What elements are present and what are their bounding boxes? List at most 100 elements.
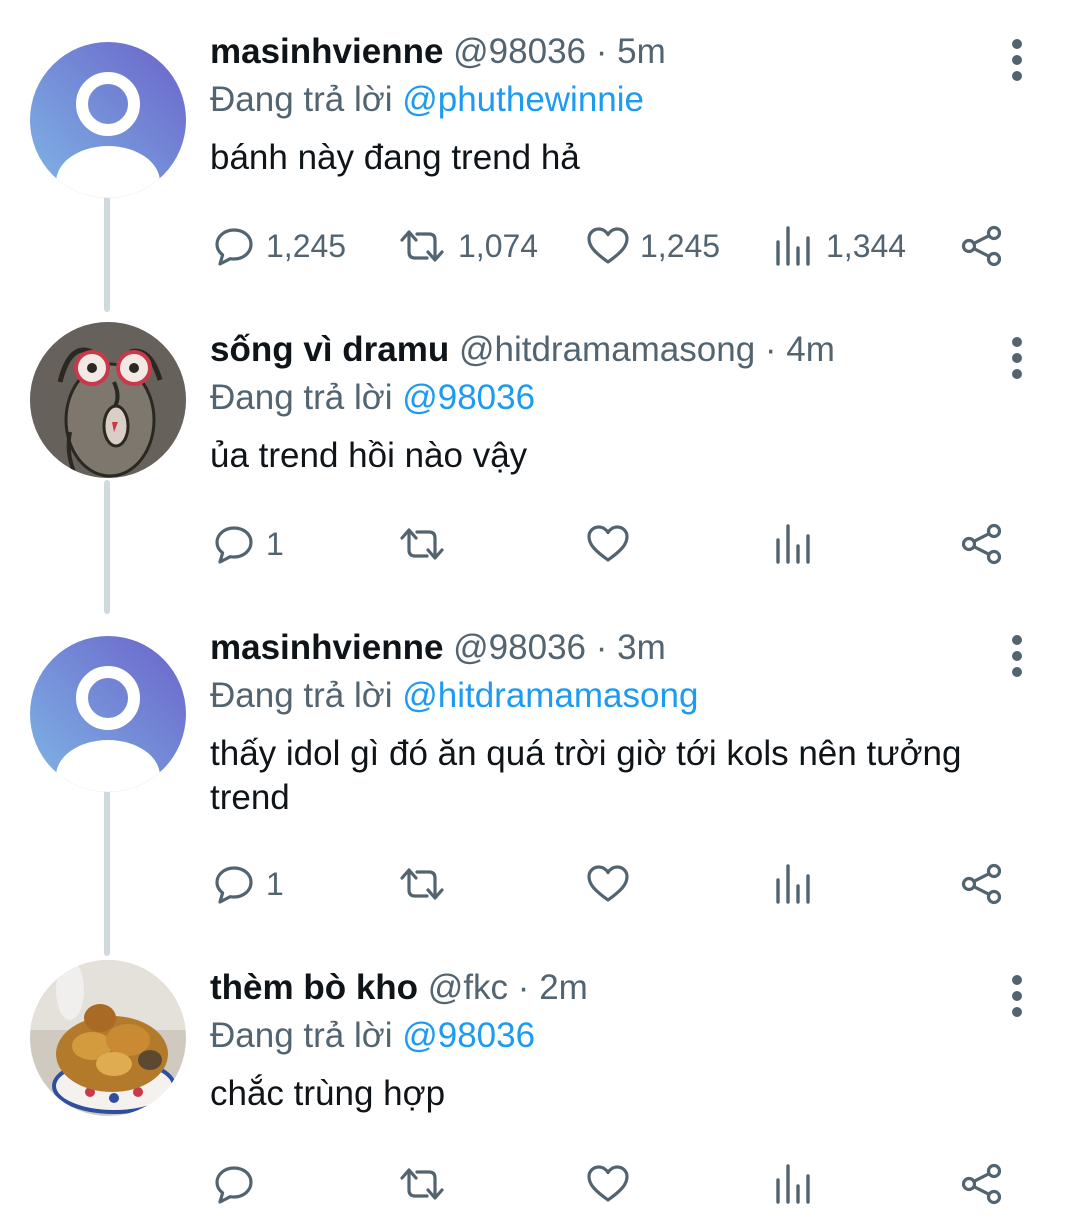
- food-bowl-icon: [30, 960, 186, 1116]
- more-vertical-icon: [1000, 632, 1034, 680]
- more-options-button[interactable]: [1000, 972, 1034, 1020]
- mention-link[interactable]: @98036: [402, 378, 535, 417]
- like-button[interactable]: [584, 514, 632, 574]
- heart-icon: [584, 860, 632, 908]
- reply-button[interactable]: 1: [210, 854, 284, 914]
- share-button[interactable]: [958, 216, 1006, 276]
- retweet-button[interactable]: [394, 1154, 450, 1214]
- reply-count: 1: [266, 865, 284, 902]
- tweet[interactable]: thèm bò kho @fkc · 2m Đang trả lời @9803…: [0, 960, 1080, 1228]
- tweet-text: bánh này đang trend hả: [210, 138, 580, 177]
- views-button[interactable]: [770, 1154, 818, 1214]
- user-handle[interactable]: @98036: [453, 628, 586, 667]
- tweet[interactable]: masinhvienne @98036 · 3m Đang trả lời @h…: [0, 620, 1080, 950]
- like-button[interactable]: [584, 854, 632, 914]
- default-avatar-icon: [30, 636, 186, 792]
- views-button[interactable]: [770, 514, 818, 574]
- avatar[interactable]: [30, 322, 186, 478]
- timestamp[interactable]: 5m: [617, 32, 666, 71]
- more-vertical-icon: [1000, 334, 1034, 382]
- like-count: 1,245: [640, 227, 721, 264]
- views-chart-icon: [770, 860, 818, 908]
- action-bar: 1: [210, 514, 1030, 574]
- reply-bubble-icon: [210, 222, 258, 270]
- action-bar: 1,245 1,074 1,245 1,344: [210, 216, 1030, 276]
- views-chart-icon: [770, 222, 818, 270]
- share-button[interactable]: [958, 514, 1006, 574]
- reply-bubble-icon: [210, 1160, 258, 1208]
- retweet-button[interactable]: [394, 854, 450, 914]
- replying-to: Đang trả lời @98036: [210, 374, 535, 422]
- avatar[interactable]: [30, 636, 186, 792]
- tweet[interactable]: sống vì dramu @hitdramamasong · 4m Đang …: [0, 322, 1080, 612]
- like-button[interactable]: 1,245: [584, 216, 720, 276]
- tweet-text: chắc trùng hợp: [210, 1074, 446, 1113]
- display-name[interactable]: masinhvienne: [210, 628, 443, 667]
- action-bar: [210, 1154, 1030, 1214]
- reply-button[interactable]: 1,245: [210, 216, 346, 276]
- mention-link[interactable]: @phuthewinnie: [402, 80, 644, 119]
- creature-drawing-icon: [30, 322, 186, 478]
- more-vertical-icon: [1000, 36, 1034, 84]
- tweet-header: sống vì dramu @hitdramamasong · 4m: [210, 322, 835, 378]
- retweet-icon: [394, 520, 450, 568]
- share-icon: [958, 222, 1006, 270]
- share-button[interactable]: [958, 854, 1006, 914]
- more-options-button[interactable]: [1000, 36, 1034, 84]
- replying-to: Đang trả lời @phuthewinnie: [210, 76, 644, 124]
- user-handle[interactable]: @fkc: [428, 968, 508, 1007]
- retweet-icon: [394, 860, 450, 908]
- reply-count: 1,245: [266, 227, 347, 264]
- timestamp[interactable]: 3m: [617, 628, 666, 667]
- user-handle[interactable]: @98036: [453, 32, 586, 71]
- default-avatar-icon: [30, 42, 186, 198]
- views-button[interactable]: [770, 854, 818, 914]
- timestamp[interactable]: 4m: [786, 330, 835, 369]
- tweet-header: masinhvienne @98036 · 3m: [210, 620, 666, 676]
- avatar[interactable]: [30, 960, 186, 1116]
- heart-icon: [584, 222, 632, 270]
- display-name[interactable]: thèm bò kho: [210, 968, 418, 1007]
- share-button[interactable]: [958, 1154, 1006, 1214]
- more-options-button[interactable]: [1000, 632, 1034, 680]
- tweet-header: thèm bò kho @fkc · 2m: [210, 960, 588, 1016]
- like-button[interactable]: [584, 1154, 632, 1214]
- reply-button[interactable]: [210, 1154, 258, 1214]
- views-chart-icon: [770, 520, 818, 568]
- mention-link[interactable]: @98036: [402, 1016, 535, 1055]
- retweet-button[interactable]: [394, 514, 450, 574]
- retweet-icon: [394, 222, 450, 270]
- heart-icon: [584, 1160, 632, 1208]
- replying-to-label: Đang trả lời: [210, 378, 393, 417]
- share-icon: [958, 1160, 1006, 1208]
- share-icon: [958, 860, 1006, 908]
- timestamp[interactable]: 2m: [539, 968, 588, 1007]
- separator-dot: ·: [595, 628, 608, 667]
- retweet-button[interactable]: 1,074: [394, 216, 538, 276]
- reply-count: 1: [266, 525, 284, 562]
- reply-bubble-icon: [210, 520, 258, 568]
- tweet[interactable]: masinhvienne @98036 · 5m Đang trả lời @p…: [0, 24, 1080, 314]
- action-bar: 1: [210, 854, 1030, 914]
- views-count: 1,344: [826, 227, 907, 264]
- display-name[interactable]: sống vì dramu: [210, 330, 449, 369]
- views-chart-icon: [770, 1160, 818, 1208]
- user-handle[interactable]: @hitdramamasong: [459, 330, 755, 369]
- replying-to-label: Đang trả lời: [210, 80, 393, 119]
- mention-link[interactable]: @hitdramamasong: [402, 676, 698, 715]
- views-button[interactable]: 1,344: [770, 216, 906, 276]
- replying-to: Đang trả lời @98036: [210, 1012, 535, 1060]
- tweet-header: masinhvienne @98036 · 5m: [210, 24, 666, 80]
- avatar[interactable]: [30, 42, 186, 198]
- replying-to-label: Đang trả lời: [210, 676, 393, 715]
- reply-button[interactable]: 1: [210, 514, 284, 574]
- display-name[interactable]: masinhvienne: [210, 32, 443, 71]
- more-vertical-icon: [1000, 972, 1034, 1020]
- separator-dot: ·: [517, 968, 530, 1007]
- retweet-icon: [394, 1160, 450, 1208]
- replying-to: Đang trả lời @hitdramamasong: [210, 672, 698, 720]
- separator-dot: ·: [595, 32, 608, 71]
- more-options-button[interactable]: [1000, 334, 1034, 382]
- reply-bubble-icon: [210, 860, 258, 908]
- separator-dot: ·: [764, 330, 777, 369]
